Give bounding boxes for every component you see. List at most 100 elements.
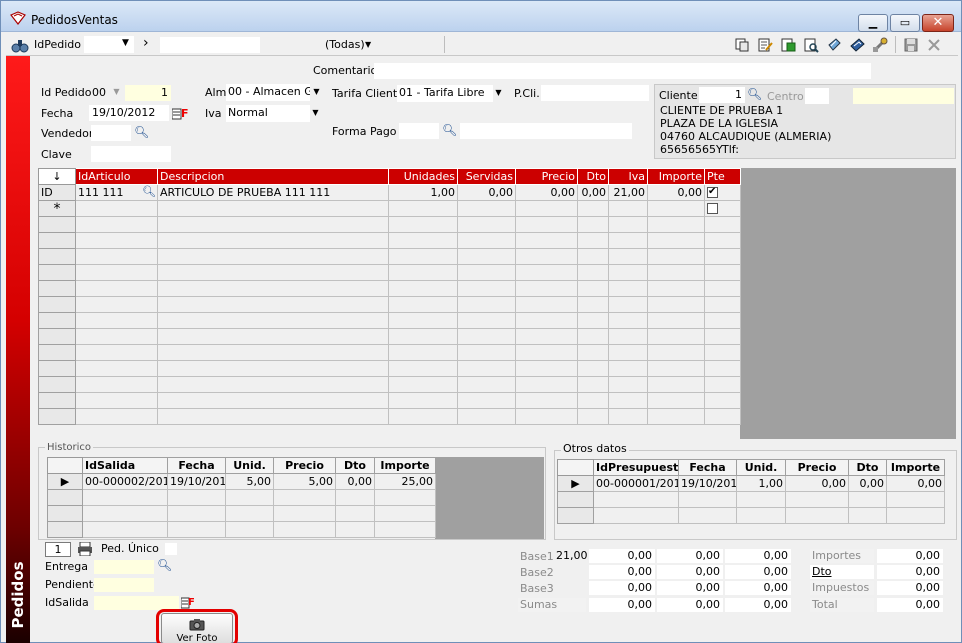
col-idarticulo[interactable]: IdArticulo — [75, 168, 158, 185]
empty-cell[interactable] — [704, 280, 741, 297]
empty-cell[interactable] — [515, 392, 578, 409]
empty-cell[interactable] — [388, 280, 458, 297]
empty-cell[interactable] — [608, 360, 648, 377]
table-row[interactable] — [47, 505, 436, 522]
formapago-search-icon[interactable]: 🔍︎ — [442, 123, 457, 137]
cell-precio[interactable]: 0,00 — [785, 475, 849, 492]
empty-cell[interactable] — [515, 312, 578, 329]
row-header[interactable] — [38, 376, 76, 393]
serie-combo[interactable]: 00 — [92, 86, 106, 100]
cell-importe[interactable]: 0,00 — [886, 475, 945, 492]
empty-cell[interactable] — [225, 505, 274, 522]
sort-icon[interactable]: ↓ — [38, 168, 76, 185]
empty-cell[interactable] — [82, 505, 168, 522]
empty-cell[interactable] — [388, 264, 458, 281]
empty-cell[interactable] — [157, 408, 389, 425]
empty-cell[interactable] — [647, 232, 705, 249]
empty-cell[interactable] — [608, 344, 648, 361]
empty-cell[interactable] — [704, 344, 741, 361]
col-idsalida[interactable]: IdSalida — [82, 457, 168, 474]
col-importe[interactable]: Importe — [886, 459, 945, 476]
empty-cell[interactable] — [577, 376, 609, 393]
col-servidas[interactable]: Servidas — [457, 168, 516, 185]
empty-cell[interactable] — [608, 232, 648, 249]
cell-idsalida[interactable]: 00-000002/2012 — [82, 473, 168, 490]
empty-cell[interactable] — [335, 505, 375, 522]
row-header[interactable] — [38, 248, 76, 265]
cancel-icon[interactable] — [926, 37, 942, 53]
col-dto[interactable]: Dto — [335, 457, 375, 474]
empty-cell[interactable] — [886, 507, 945, 524]
empty-cell[interactable] — [515, 344, 578, 361]
empty-row[interactable] — [38, 264, 741, 281]
cell-idarticulo[interactable]: 111 111 🔍︎ — [75, 184, 158, 201]
clave-input[interactable] — [91, 146, 171, 162]
row-header[interactable] — [38, 360, 76, 377]
cell-servidas[interactable]: 0,00 — [457, 184, 516, 201]
empty-cell[interactable] — [647, 280, 705, 297]
pedido-number-input[interactable]: 1 — [125, 85, 171, 101]
empty-cell[interactable] — [457, 232, 516, 249]
empty-cell[interactable] — [704, 328, 741, 345]
empty-cell[interactable] — [577, 328, 609, 345]
cell-unid[interactable]: 5,00 — [225, 473, 274, 490]
iva-combo[interactable]: Normal — [226, 105, 310, 122]
pte-checkbox[interactable] — [707, 203, 718, 214]
table-row[interactable]: ▶ 00-000002/2012 19/10/2012 5,00 5,00 0,… — [47, 473, 436, 490]
empty-cell[interactable] — [593, 491, 679, 508]
table-row[interactable]: ▶ 00-000001/2012 19/10/2012 1,00 0,00 0,… — [557, 475, 945, 492]
table-row[interactable] — [557, 507, 945, 524]
empty-cell[interactable] — [157, 296, 389, 313]
empty-cell[interactable] — [388, 312, 458, 329]
empty-cell[interactable] — [593, 507, 679, 524]
empty-cell[interactable] — [704, 312, 741, 329]
table-row[interactable]: ID 111 111 🔍︎ ARTICULO DE PRUEBA 111 111 … — [38, 184, 741, 201]
empty-row[interactable] — [38, 296, 741, 313]
empty-cell[interactable] — [608, 216, 648, 233]
ped-unico-checkbox[interactable] — [165, 543, 177, 555]
empty-cell[interactable] — [647, 344, 705, 361]
send-icon[interactable] — [849, 37, 865, 53]
pendiente-input[interactable] — [94, 578, 154, 592]
col-dto[interactable]: Dto — [848, 459, 887, 476]
empty-row[interactable] — [38, 280, 741, 297]
empty-cell[interactable] — [704, 232, 741, 249]
empty-cell[interactable] — [388, 200, 458, 217]
cell-iva[interactable]: 21,00 — [608, 184, 648, 201]
empty-row[interactable] — [38, 248, 741, 265]
empty-cell[interactable] — [608, 408, 648, 425]
table-row[interactable] — [47, 489, 436, 506]
empty-cell[interactable] — [647, 376, 705, 393]
edit-document-icon[interactable] — [757, 37, 773, 53]
empty-cell[interactable] — [647, 216, 705, 233]
copy-icon[interactable] — [734, 37, 750, 53]
vendedor-search-icon[interactable]: 🔍︎ — [134, 125, 149, 139]
empty-cell[interactable] — [374, 489, 436, 506]
col-precio[interactable]: Precio — [515, 168, 578, 185]
empty-cell[interactable] — [577, 344, 609, 361]
centro-input[interactable] — [805, 88, 829, 104]
empty-row[interactable] — [38, 376, 741, 393]
row-header[interactable] — [38, 312, 76, 329]
empty-cell[interactable] — [75, 232, 158, 249]
empty-cell[interactable] — [848, 507, 887, 524]
cell-pte[interactable] — [704, 184, 741, 201]
row-header[interactable] — [38, 216, 76, 233]
empty-cell[interactable] — [848, 491, 887, 508]
empty-cell[interactable] — [647, 360, 705, 377]
maximize-button[interactable]: ▭ — [890, 14, 920, 32]
empty-cell[interactable] — [577, 280, 609, 297]
empty-cell[interactable] — [75, 264, 158, 281]
empty-cell[interactable] — [647, 264, 705, 281]
tools-icon[interactable] — [872, 37, 888, 53]
empty-cell[interactable] — [577, 200, 609, 217]
row-header[interactable] — [38, 232, 76, 249]
cell-importe[interactable]: 0,00 — [647, 184, 705, 201]
new-row[interactable]: * — [38, 200, 741, 217]
cell-precio[interactable]: 5,00 — [273, 473, 336, 490]
empty-cell[interactable] — [75, 328, 158, 345]
empty-cell[interactable] — [457, 200, 516, 217]
empty-cell[interactable] — [647, 408, 705, 425]
empty-cell[interactable] — [75, 392, 158, 409]
cell-dto[interactable]: 0,00 — [335, 473, 375, 490]
